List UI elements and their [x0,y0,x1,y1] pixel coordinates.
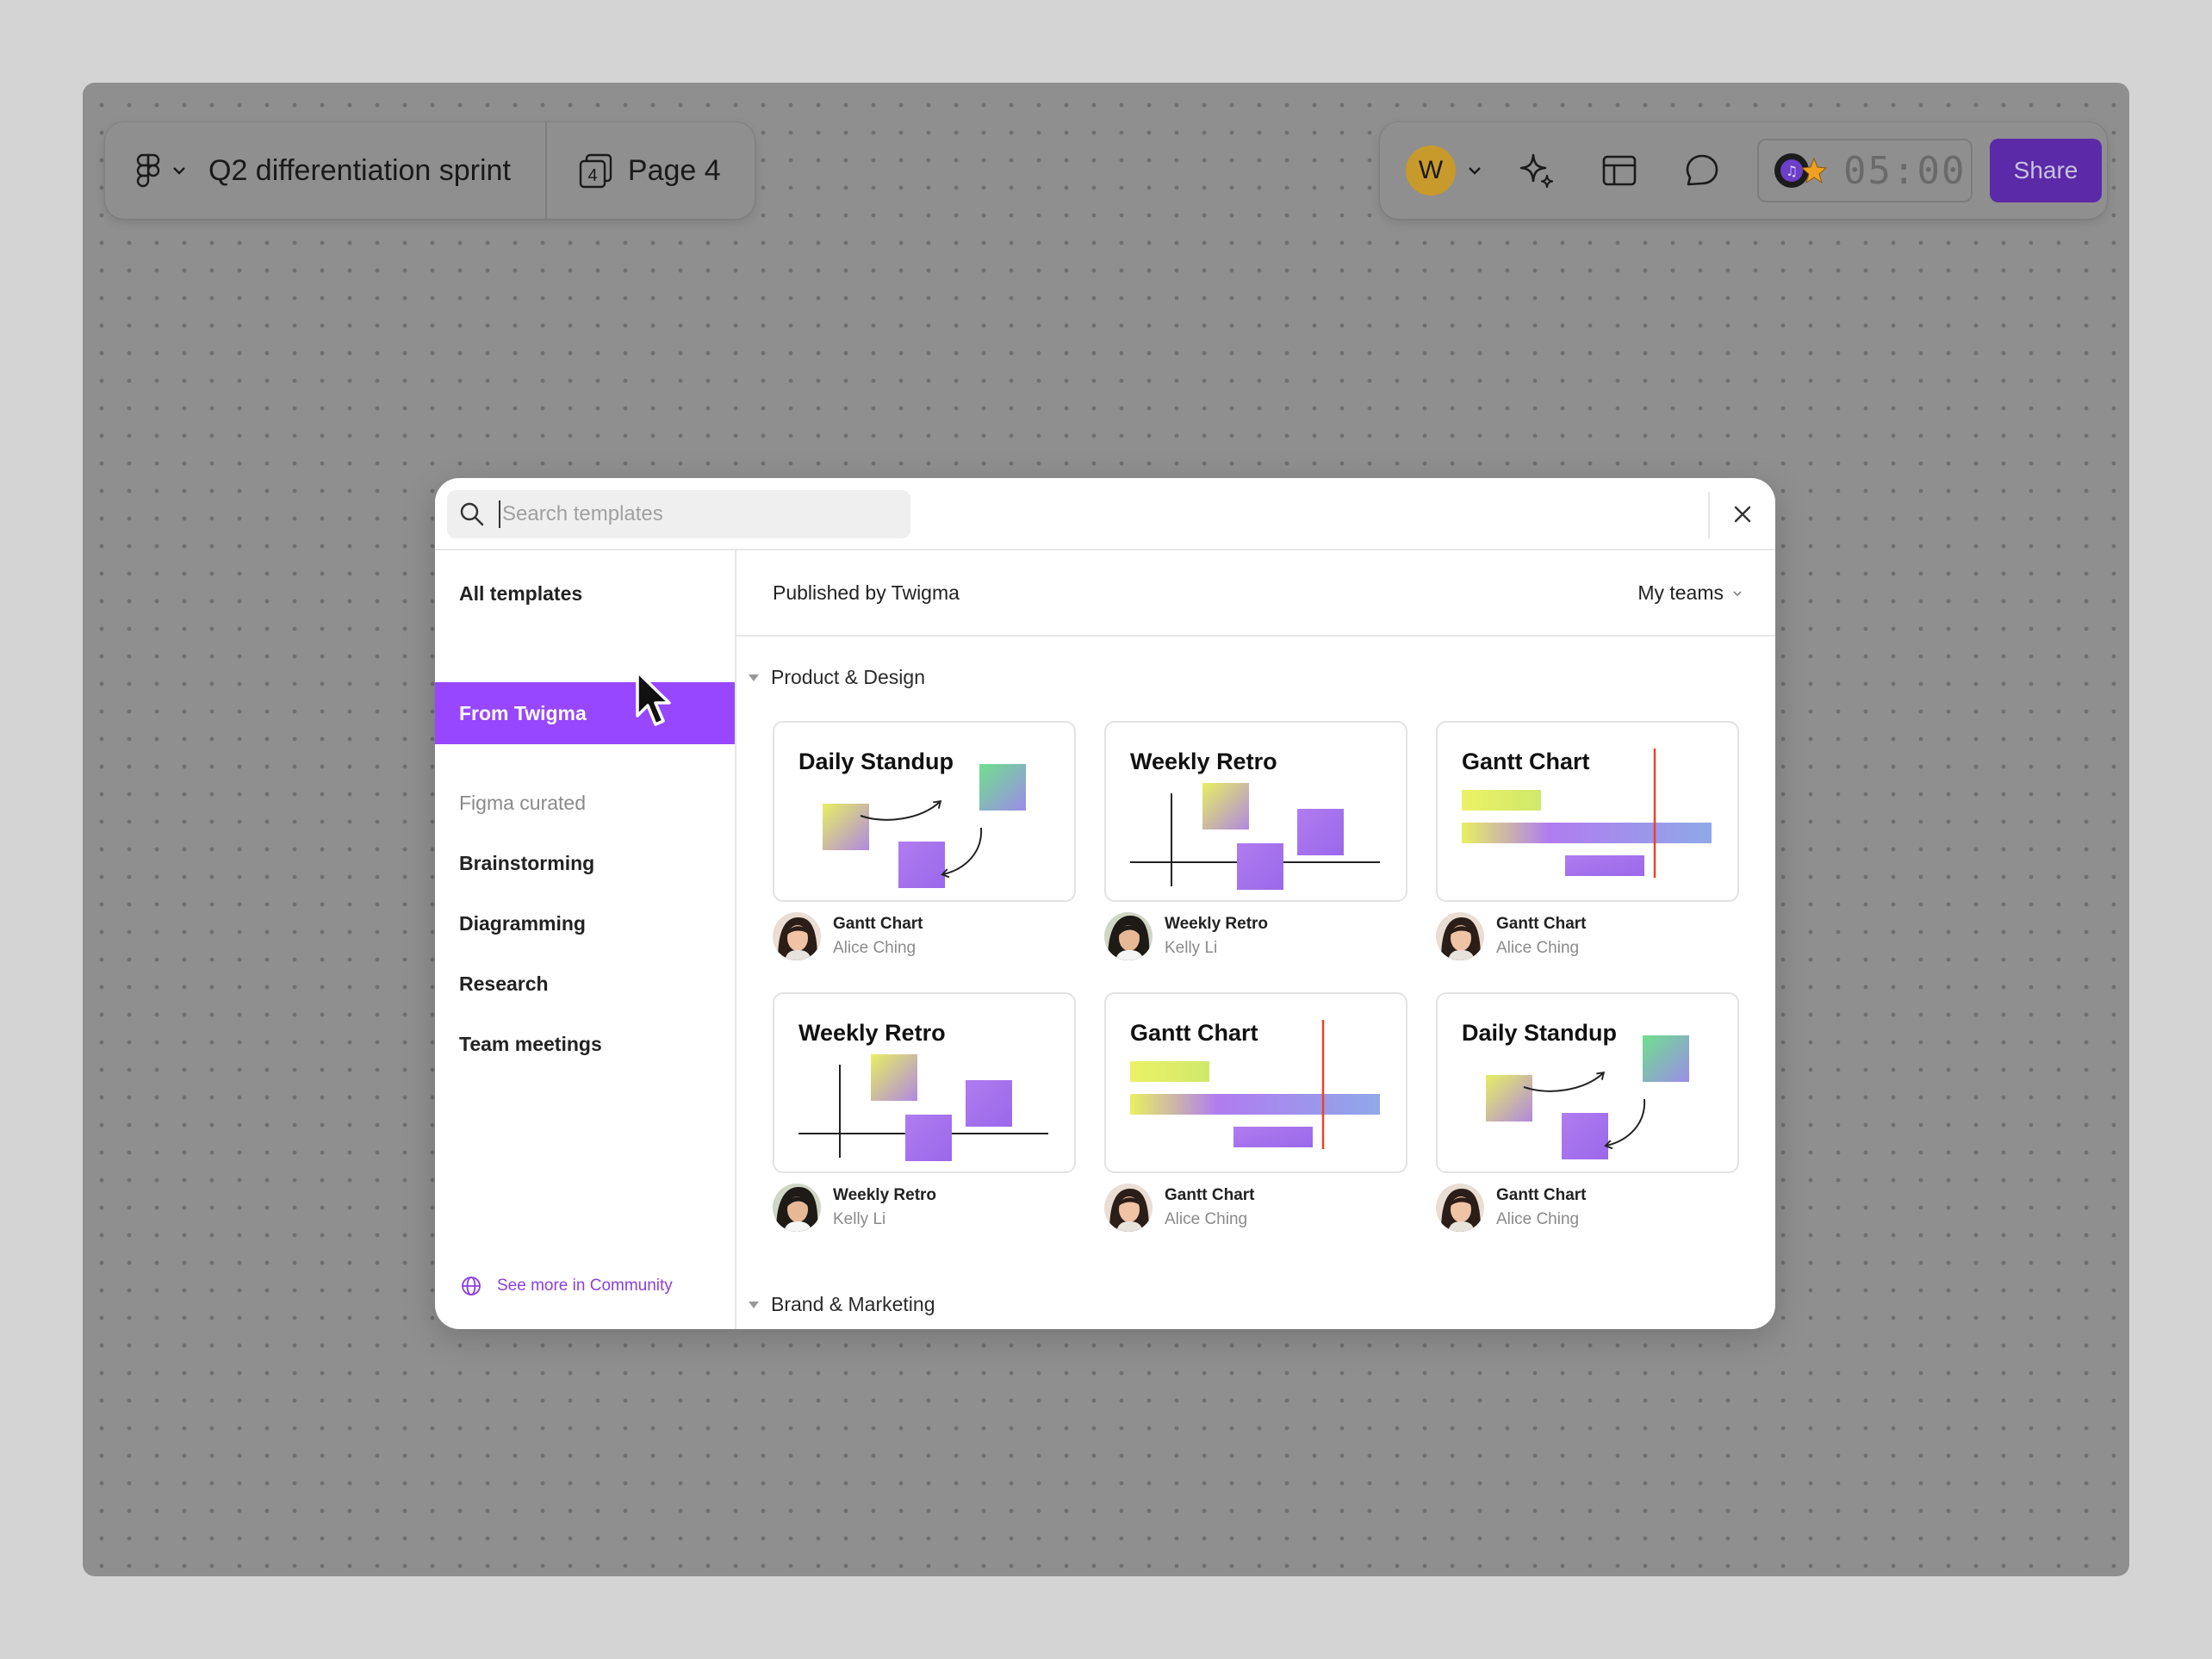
timer-widget[interactable]: ♫ 05:00 [1757,139,1973,202]
community-link-label: See more in Community [497,1277,673,1295]
collapse-caret-icon [749,1301,759,1308]
card-meta: Weekly Retro Kelly Li [773,1184,936,1232]
template-card-daily-standup[interactable]: Daily Standup [1436,992,1739,1173]
card-name: Gantt Chart [833,915,923,933]
sparkle-icon [1519,153,1554,189]
teams-dropdown-label: My teams [1637,581,1724,604]
card-meta: Gantt Chart Alice Ching [1436,912,1587,960]
pages-icon: 4 [578,153,612,189]
gantt-illustration [1130,1020,1380,1149]
card-author: Kelly Li [1165,939,1218,957]
author-avatar [1436,912,1484,960]
search-icon [460,502,484,526]
gantt-illustration [1462,749,1712,878]
author-avatar [773,912,821,960]
card-name: Gantt Chart [1165,1186,1255,1204]
main-header: Published by Twigma My teams [736,550,1775,637]
template-card-weekly-retro[interactable]: Weekly Retro [1104,721,1407,902]
page-label: Page 4 [627,153,721,187]
author-avatar [1104,1184,1153,1232]
card-name: Gantt Chart [1496,915,1587,933]
card-meta: Gantt Chart Alice Ching [1104,1184,1255,1232]
music-star-icon: ♫ [1774,153,1828,188]
ai-sparkle-button[interactable] [1513,146,1561,195]
publisher-title: Published by Twigma [773,581,960,604]
sidebar-item-diagramming[interactable]: Diagramming [435,900,735,947]
card-author: Alice Ching [1165,1210,1248,1228]
templates-sidebar: All templates From Twigma Figma curated … [435,550,736,1329]
layout-icon [1602,155,1637,186]
template-card-weekly-retro[interactable]: Weekly Retro [773,992,1076,1173]
sidebar-item-all-templates[interactable]: All templates [435,568,735,619]
card-name: Weekly Retro [833,1186,937,1204]
user-avatar[interactable]: W [1406,146,1456,196]
template-card-gantt-chart[interactable]: Gantt Chart [1104,992,1407,1173]
standup-illustration [823,764,1026,888]
file-toolbar: Q2 differentiation sprint 4 Page 4 [105,122,755,219]
author-avatar [773,1184,821,1232]
card-author: Alice Ching [1496,939,1580,957]
share-button[interactable]: Share [1990,139,2102,202]
page-selector[interactable]: 4 Page 4 [547,153,721,189]
card-author: Alice Ching [833,939,916,957]
close-icon [1734,506,1751,523]
sidebar-item-brainstorming[interactable]: Brainstorming [435,840,735,886]
template-card-daily-standup[interactable]: Daily Standup [773,721,1076,902]
sidebar-section-heading: Figma curated [459,791,587,814]
card-meta: Gantt Chart Alice Ching [773,912,923,960]
templates-button[interactable] [1595,146,1643,195]
section-product-design[interactable]: Product & Design [749,666,925,689]
file-title[interactable]: Q2 differentiation sprint [186,122,547,219]
section-brand-marketing[interactable]: Brand & Marketing [749,1293,935,1316]
author-avatar [1436,1184,1484,1232]
sidebar-item-team-meetings[interactable]: Team meetings [435,1021,735,1067]
svg-text:♫: ♫ [1786,163,1798,179]
teams-dropdown[interactable]: My teams [1637,581,1743,605]
section-title: Brand & Marketing [771,1293,935,1315]
close-button[interactable] [1727,499,1758,530]
templates-main: Published by Twigma My teams Product & D… [736,550,1775,1329]
section-title: Product & Design [771,666,925,688]
card-author: Alice Ching [1496,1210,1580,1228]
template-card-gantt-chart[interactable]: Gantt Chart [1436,721,1739,902]
standup-illustration [1486,1035,1689,1159]
comment-button[interactable] [1678,146,1726,195]
templates-modal: All templates From Twigma Figma curated … [435,478,1775,1329]
chevron-down-icon [1733,590,1742,596]
timer-digits: 05:00 [1843,148,1967,193]
retro-illustration [798,1054,1048,1161]
card-name: Weekly Retro [1165,915,1269,933]
mouse-pointer-icon [636,670,671,726]
search-box[interactable] [447,490,910,538]
retro-illustration [1130,783,1380,890]
card-meta: Gantt Chart Alice Ching [1436,1184,1587,1232]
globe-icon [462,1277,481,1296]
chevron-down-icon[interactable] [1468,166,1482,175]
card-name: Gantt Chart [1496,1186,1587,1204]
sidebar-item-from-twigma[interactable]: From Twigma [435,682,735,744]
page-number-badge: 4 [587,166,597,185]
figma-logo-icon [136,153,160,188]
modal-search-bar [435,478,1775,550]
card-author: Kelly Li [833,1210,886,1228]
divider [1708,492,1710,538]
sidebar-item-research[interactable]: Research [435,960,735,1007]
search-input[interactable] [499,500,878,528]
comment-icon [1686,154,1718,186]
chevron-down-icon [173,167,185,175]
author-avatar [1104,912,1153,960]
community-link[interactable]: See more in Community [461,1276,673,1296]
main-menu-button[interactable] [105,122,186,219]
collab-toolbar: W ♫ 05:00 Share [1380,122,2107,219]
collapse-caret-icon [749,674,759,681]
card-meta: Weekly Retro Kelly Li [1104,912,1268,960]
